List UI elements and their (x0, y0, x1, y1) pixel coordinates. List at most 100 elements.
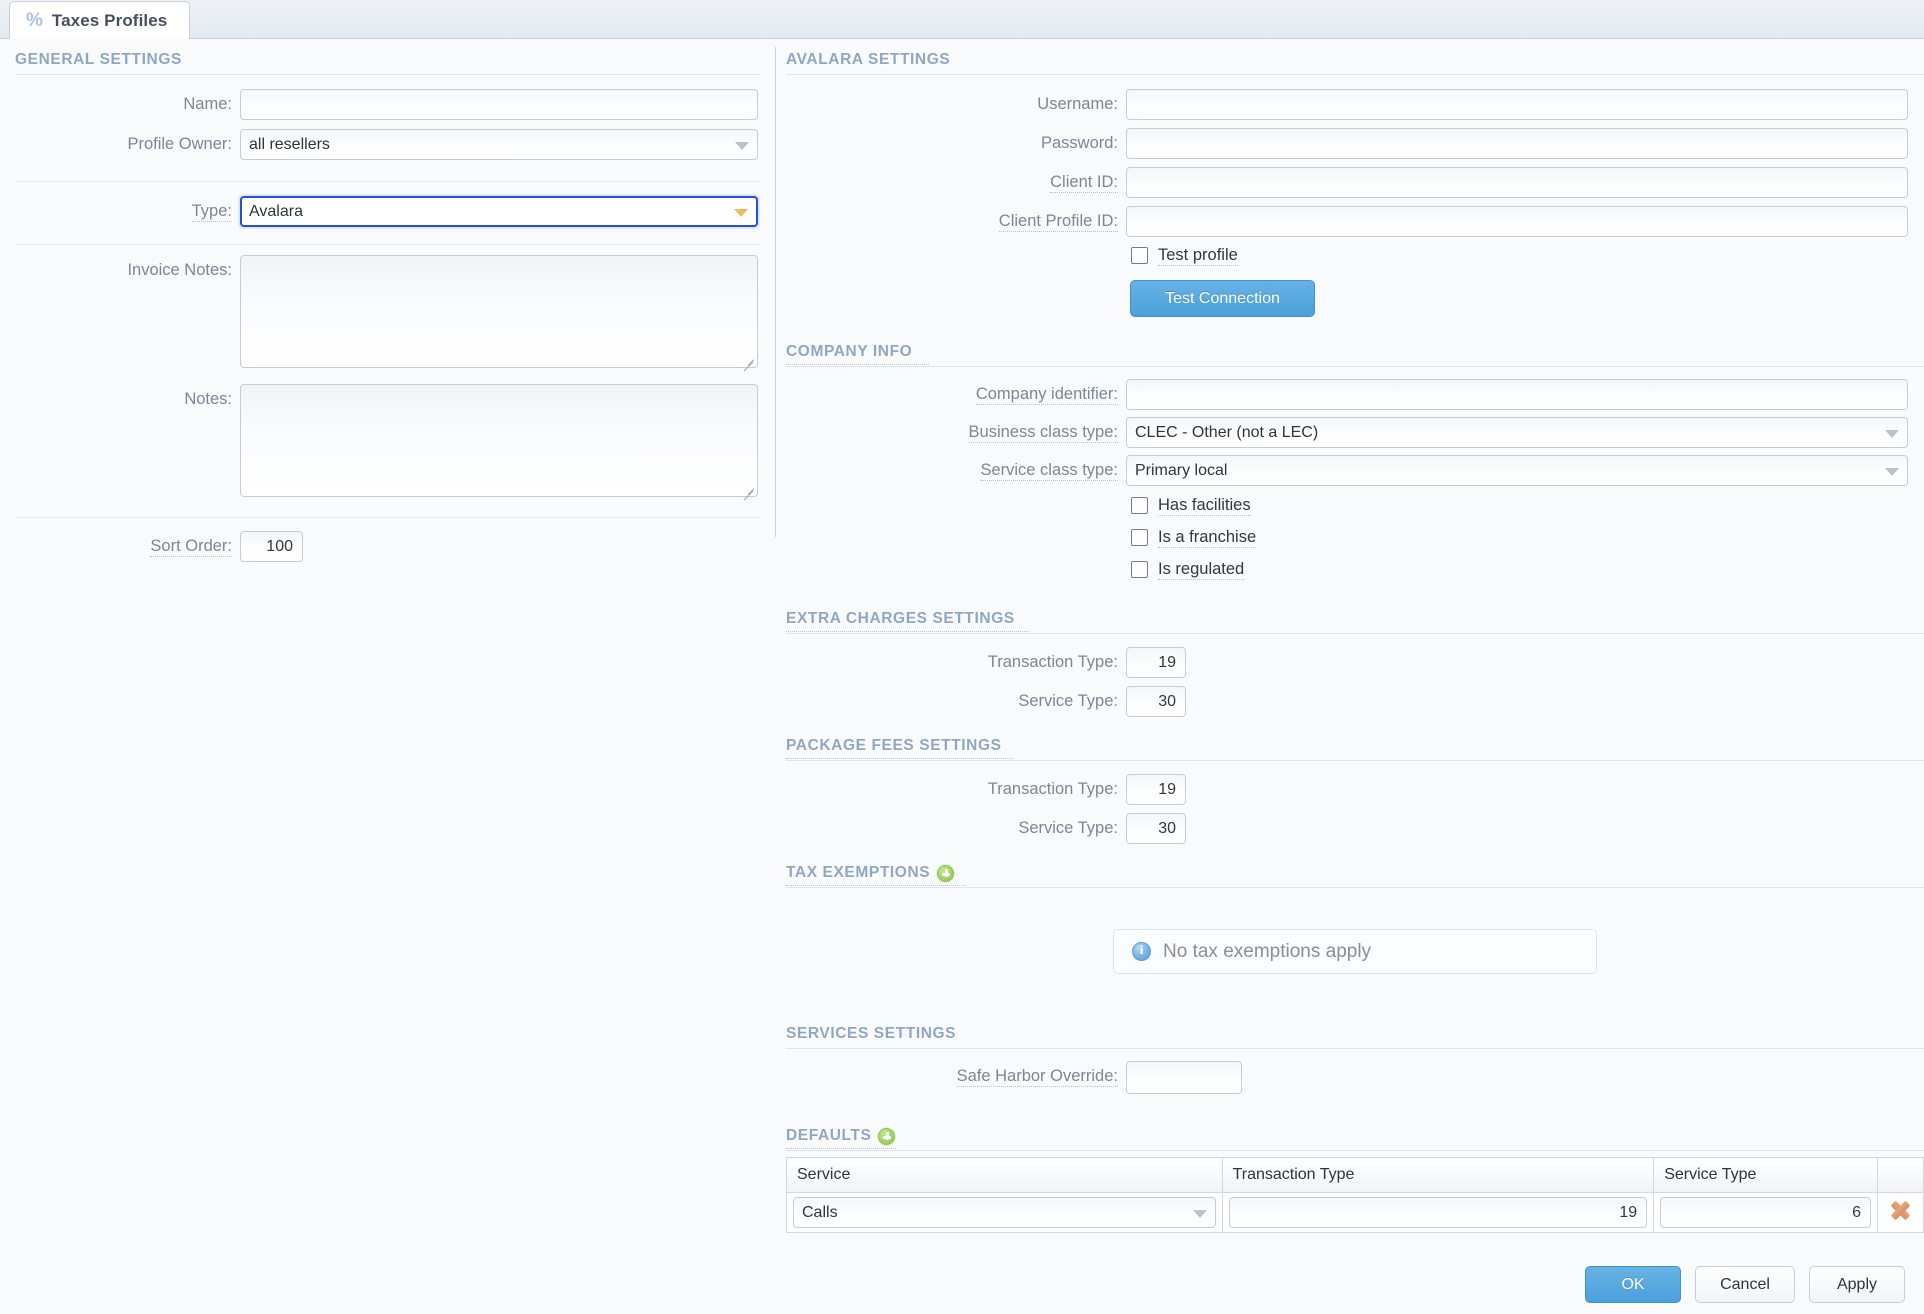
invoice-notes-wrap (240, 255, 758, 373)
notes-textarea[interactable] (240, 384, 758, 497)
cell-transaction-type (1221, 1192, 1655, 1233)
is-a-franchise-label: Is a franchise (1158, 528, 1257, 548)
dialog-footer: OK Cancel Apply (1585, 1266, 1905, 1303)
client-id-input[interactable] (1126, 167, 1908, 198)
delete-row-icon[interactable] (1890, 1200, 1911, 1221)
section-rule (786, 74, 1924, 75)
client-profile-id-input[interactable] (1126, 206, 1908, 237)
defaults-table: Service Transaction Type Service Type Ca… (786, 1157, 1924, 1233)
section-rule (786, 366, 1924, 367)
safe-harbor-override-input[interactable] (1126, 1061, 1242, 1094)
profile-owner-label: Profile Owner: (127, 135, 232, 153)
section-heading-company-info: COMPANY INFO (786, 343, 913, 360)
extra-charges-transaction-type-label: Transaction Type: (987, 653, 1118, 671)
package-fees-transaction-type-label: Transaction Type: (987, 780, 1118, 798)
password-input[interactable] (1126, 128, 1908, 159)
section-rule (15, 74, 760, 75)
business-class-type-value: CLEC - Other (not a LEC) (1135, 423, 1319, 441)
client-profile-id-label: Client Profile ID: (998, 212, 1118, 232)
column-header-service: Service (786, 1157, 1223, 1193)
percent-icon: % (26, 10, 43, 31)
business-class-type-select[interactable]: CLEC - Other (not a LEC) (1126, 417, 1908, 448)
chevron-down-icon (1885, 429, 1899, 438)
row-service-select[interactable]: Calls (793, 1197, 1216, 1228)
section-rule (786, 633, 1924, 634)
row-transaction-type-input[interactable] (1228, 1197, 1648, 1228)
company-identifier-input[interactable] (1126, 379, 1908, 410)
tax-exemptions-empty-message: No tax exemptions apply (1163, 940, 1372, 962)
section-rule (786, 887, 1924, 888)
extra-charges-service-type-label: Service Type: (1018, 692, 1118, 710)
has-facilities-label: Has facilities (1158, 496, 1251, 516)
cell-service: Calls (786, 1192, 1223, 1233)
chevron-down-icon (734, 208, 748, 217)
table-header-row: Service Transaction Type Service Type (786, 1157, 1924, 1193)
section-heading-defaults: DEFAULTS (786, 1127, 1924, 1145)
company-identifier-label: Company identifier: (975, 385, 1118, 405)
sort-order-input[interactable] (240, 531, 303, 562)
info-icon (1132, 942, 1151, 961)
group-divider-2 (15, 244, 760, 245)
column-divider (775, 47, 776, 537)
section-heading-tax-exemptions: TAX EXEMPTIONS (786, 864, 1924, 882)
test-profile-label: Test profile (1158, 246, 1238, 266)
section-heading-tax-exemptions-label: TAX EXEMPTIONS (786, 864, 931, 881)
type-select[interactable]: Avalara (240, 196, 758, 227)
row-service-type-input[interactable] (1660, 1197, 1871, 1228)
group-divider-1 (15, 181, 760, 182)
ok-button[interactable]: OK (1585, 1266, 1681, 1303)
test-profile-checkbox[interactable] (1131, 247, 1148, 264)
client-id-label: Client ID: (1050, 173, 1118, 193)
notes-label: Notes: (184, 390, 232, 408)
extra-charges-service-type-input[interactable] (1126, 686, 1186, 717)
column-header-service-type: Service Type (1653, 1157, 1878, 1193)
table-row: Calls (786, 1192, 1924, 1233)
package-fees-service-type-input[interactable] (1126, 813, 1186, 844)
profile-owner-select[interactable]: all resellers (240, 129, 758, 160)
username-label: Username: (1037, 95, 1118, 113)
add-tax-exemption-icon[interactable] (937, 864, 955, 882)
safe-harbor-override-label: Safe Harbor Override: (956, 1067, 1118, 1087)
password-label: Password: (1040, 134, 1118, 152)
apply-button[interactable]: Apply (1809, 1266, 1905, 1303)
tab-label: Taxes Profiles (51, 10, 168, 30)
has-facilities-checkbox[interactable] (1131, 497, 1148, 514)
general-settings-column: GENERAL SETTINGS Name: Profile Owner: al… (0, 39, 775, 1239)
tax-exemptions-empty-box: No tax exemptions apply (1113, 929, 1597, 974)
row-service-value: Calls (802, 1203, 838, 1221)
group-divider-3 (15, 517, 760, 518)
section-heading-defaults-label: DEFAULTS (786, 1127, 872, 1144)
section-rule (786, 760, 1924, 761)
service-class-type-select[interactable]: Primary local (1126, 455, 1908, 486)
name-input[interactable] (240, 89, 758, 120)
section-heading-services-settings: SERVICES SETTINGS (786, 1025, 957, 1042)
section-heading-underline (786, 364, 929, 365)
invoice-notes-label: Invoice Notes: (127, 261, 232, 279)
cancel-button[interactable]: Cancel (1695, 1266, 1795, 1303)
extra-charges-transaction-type-input[interactable] (1126, 647, 1186, 678)
is-regulated-checkbox[interactable] (1131, 561, 1148, 578)
username-input[interactable] (1126, 89, 1908, 120)
package-fees-transaction-type-input[interactable] (1126, 774, 1186, 805)
chevron-down-icon (1192, 1209, 1207, 1218)
business-class-type-label: Business class type: (968, 423, 1118, 443)
tab-strip: % Taxes Profiles (0, 0, 1924, 39)
type-label: Type: (191, 202, 232, 222)
test-connection-button[interactable]: Test Connection (1130, 280, 1315, 317)
profile-owner-value: all resellers (249, 135, 330, 153)
tab-taxes-profiles[interactable]: % Taxes Profiles (9, 1, 191, 39)
section-heading-package-fees-settings: PACKAGE FEES SETTINGS (786, 737, 1002, 754)
cell-service-type (1653, 1192, 1878, 1233)
is-regulated-label: Is regulated (1158, 560, 1245, 580)
type-value: Avalara (249, 202, 303, 220)
invoice-notes-textarea[interactable] (240, 255, 758, 368)
section-heading-extra-charges-settings: EXTRA CHARGES SETTINGS (786, 610, 1015, 627)
chevron-down-icon (735, 141, 749, 150)
service-class-type-label: Service class type: (980, 461, 1118, 481)
section-rule (786, 1150, 1924, 1151)
section-heading-underline (786, 1148, 896, 1149)
add-default-icon[interactable] (878, 1127, 896, 1145)
column-header-actions (1877, 1157, 1924, 1193)
is-a-franchise-checkbox[interactable] (1131, 529, 1148, 546)
notes-wrap (240, 384, 758, 502)
